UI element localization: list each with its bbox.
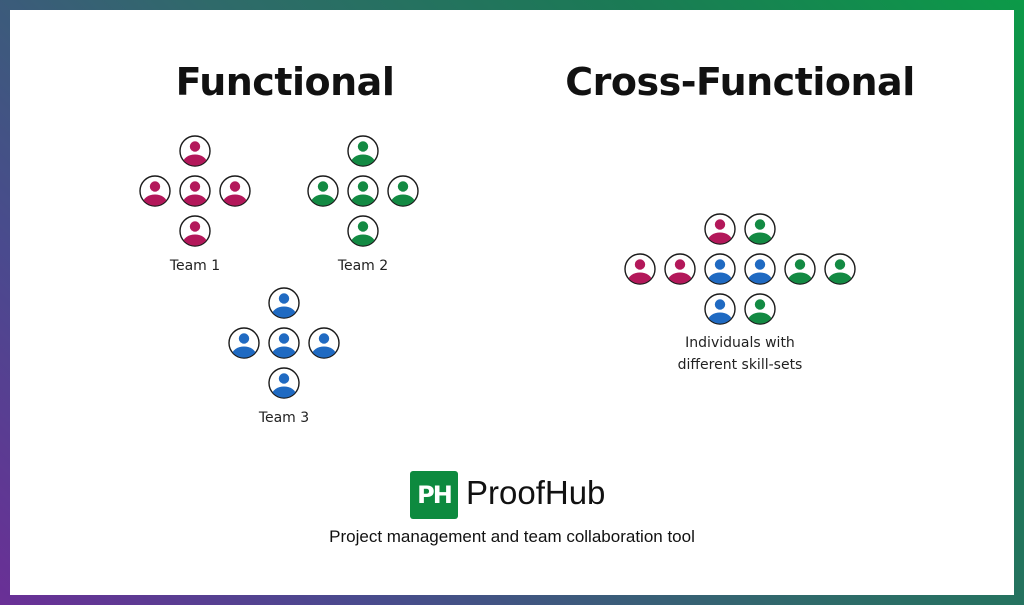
- logo-initials: PH: [417, 481, 453, 509]
- cross-functional-member-icon: [824, 253, 856, 285]
- cross-functional-member-icon: [744, 213, 776, 245]
- proofhub-logo-icon: PH: [410, 471, 458, 519]
- team-1-member-icon: [179, 175, 211, 207]
- cross-functional-member-icon: [704, 293, 736, 325]
- cross-functional-member-icon: [664, 253, 696, 285]
- cross-functional-member-icon: [784, 253, 816, 285]
- team-1-label: Team 1: [169, 258, 221, 274]
- cross-functional-label-line1: Individuals with: [685, 335, 795, 351]
- team-1-member-icon: [179, 215, 211, 247]
- cross-functional-title: Cross-Functional: [565, 60, 915, 104]
- cross-functional-member-icon: [624, 253, 656, 285]
- team-3-label: Team 3: [258, 410, 310, 426]
- cross-functional-label-line2: different skill-sets: [677, 357, 803, 373]
- team-3-member-icon: [228, 327, 260, 359]
- cross-functional-member-icon: [744, 293, 776, 325]
- team-3-member-icon: [268, 327, 300, 359]
- team-2-member-icon: [387, 175, 419, 207]
- team-2-member-icon: [347, 135, 379, 167]
- cross-functional-member-icon: [744, 253, 776, 285]
- team-3-member-icon: [268, 287, 300, 319]
- team-1-member-icon: [219, 175, 251, 207]
- brand-tagline: Project management and team collaboratio…: [329, 527, 695, 546]
- team-2-label: Team 2: [337, 258, 389, 274]
- team-1-member-icon: [139, 175, 171, 207]
- cross-functional-member-icon: [704, 213, 736, 245]
- team-2-member-icon: [347, 175, 379, 207]
- brand-name: ProofHub: [466, 474, 606, 511]
- team-2-member-icon: [347, 215, 379, 247]
- team-2-member-icon: [307, 175, 339, 207]
- functional-title: Functional: [175, 60, 395, 104]
- team-3-member-icon: [268, 367, 300, 399]
- team-3-member-icon: [308, 327, 340, 359]
- cross-functional-member-icon: [704, 253, 736, 285]
- team-1-member-icon: [179, 135, 211, 167]
